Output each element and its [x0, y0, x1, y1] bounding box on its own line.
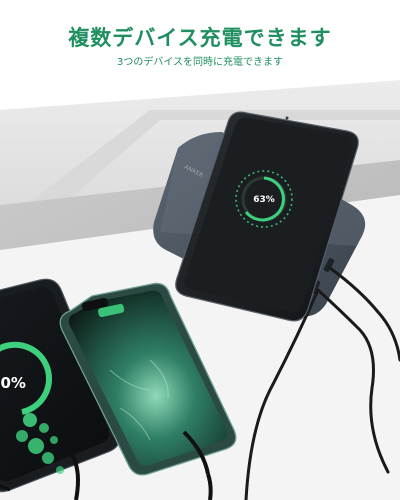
- left-charge-percent: 00%: [0, 374, 26, 392]
- front-camera: [285, 116, 289, 120]
- product-image: ANKER 63% 00%: [0, 0, 400, 500]
- headline: 複数デバイス充電できます: [68, 26, 332, 50]
- wireless-charge-percent: 63%: [253, 195, 275, 205]
- subheadline: 3つのデバイスを同時に充電できます: [116, 57, 284, 68]
- product-scene: ANKER 63% 00%: [0, 80, 400, 500]
